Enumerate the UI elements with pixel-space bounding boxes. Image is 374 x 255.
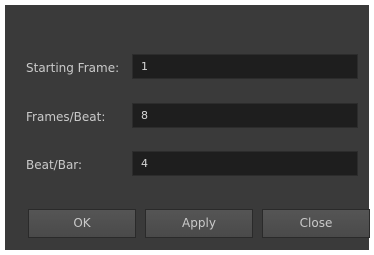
ok-button[interactable]: OK bbox=[28, 209, 136, 238]
close-button[interactable]: Close bbox=[262, 209, 370, 238]
apply-button[interactable]: Apply bbox=[145, 209, 253, 238]
starting-frame-field[interactable] bbox=[132, 54, 358, 79]
frames-per-beat-field[interactable] bbox=[132, 103, 358, 128]
frames-per-beat-label: Frames/Beat: bbox=[26, 110, 106, 124]
dialog-panel: Starting Frame: Frames/Beat: Beat/Bar: O… bbox=[5, 5, 370, 250]
beats-per-bar-label: Beat/Bar: bbox=[26, 158, 83, 172]
starting-frame-label: Starting Frame: bbox=[26, 61, 120, 75]
beats-per-bar-field[interactable] bbox=[132, 151, 358, 176]
